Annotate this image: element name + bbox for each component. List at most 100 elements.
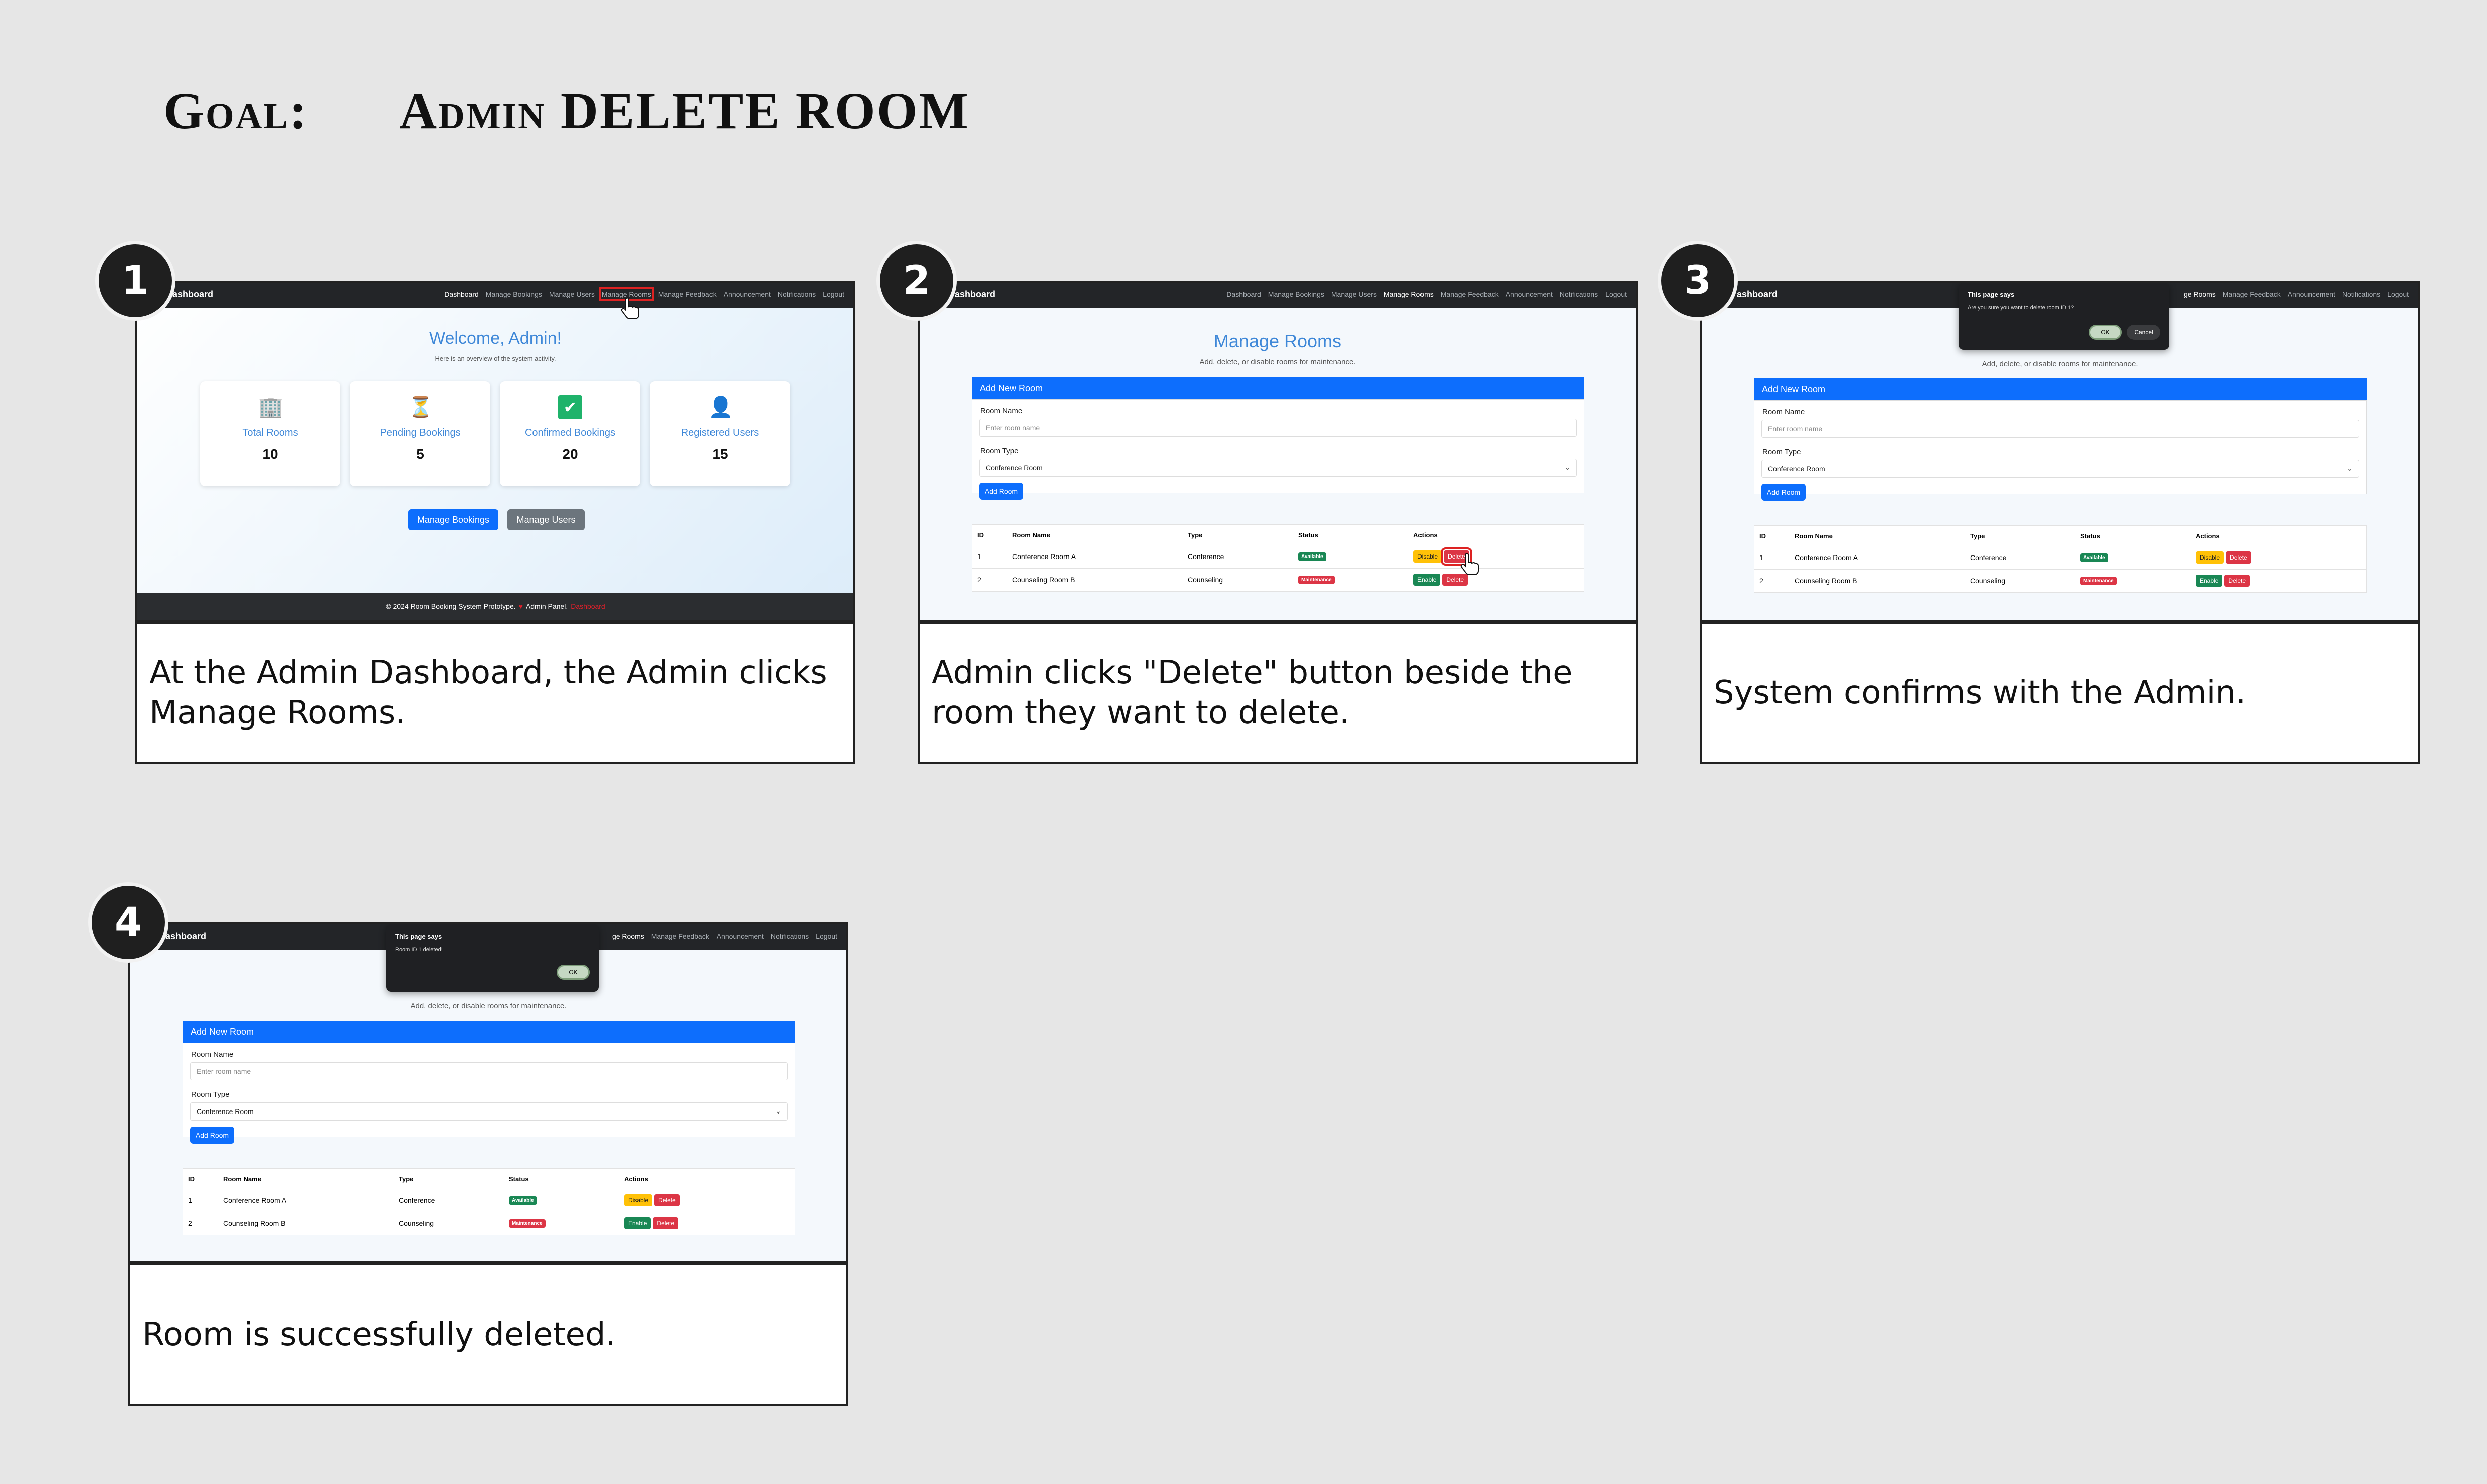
nav-manage-feedback[interactable]: Manage Feedback: [1441, 290, 1499, 298]
status-badge: Available: [1298, 552, 1326, 561]
delete-button[interactable]: Delete: [2224, 575, 2250, 587]
nav-manage-feedback[interactable]: Manage Feedback: [658, 290, 717, 298]
nav-manage-feedback[interactable]: Manage Feedback: [651, 932, 709, 940]
room-name-input[interactable]: Enter room name: [1761, 420, 2359, 438]
cell-actions: Disable Delete: [624, 1189, 682, 1212]
delete-button[interactable]: Delete: [653, 1217, 679, 1229]
nav-manage-rooms[interactable]: Manage Rooms: [1384, 290, 1434, 298]
delete-button[interactable]: Delete: [654, 1194, 680, 1206]
nav-brand[interactable]: ashboard: [955, 289, 995, 300]
add-room-card-header: Add New Room: [972, 377, 1584, 399]
nav-manage-rooms[interactable]: ge Rooms: [612, 932, 644, 940]
nav-manage-rooms[interactable]: ge Rooms: [2184, 290, 2216, 298]
col-actions: Actions: [2196, 532, 2220, 540]
nav-brand[interactable]: ashboard: [172, 289, 213, 300]
nav-logout[interactable]: Logout: [1605, 290, 1627, 298]
table-header: ID Room Name Type Status Actions: [1754, 526, 2366, 546]
add-room-button[interactable]: Add Room: [190, 1127, 234, 1144]
col-id: ID: [188, 1175, 195, 1183]
cell-type: Counseling: [1188, 576, 1223, 584]
rooms-table: ID Room Name Type Status Actions 1 Confe…: [183, 1168, 795, 1235]
room-name-input[interactable]: Enter room name: [190, 1062, 788, 1080]
cell-status: Maintenance: [509, 1212, 546, 1235]
cell-id: 1: [1759, 553, 1763, 562]
status-badge: Available: [2080, 553, 2108, 562]
enable-button[interactable]: Enable: [624, 1217, 651, 1229]
nav-logout[interactable]: Logout: [2387, 290, 2409, 298]
nav-manage-bookings[interactable]: Manage Bookings: [486, 290, 542, 298]
delete-button[interactable]: Delete: [2226, 551, 2251, 564]
footer-link[interactable]: Dashboard: [571, 602, 605, 610]
welcome-subtitle: Here is an overview of the system activi…: [435, 355, 556, 362]
add-room-button[interactable]: Add Room: [979, 483, 1023, 500]
nav-notifications[interactable]: Notifications: [1560, 290, 1598, 298]
stat-card-pending-bookings: ⏳ Pending Bookings 5: [350, 381, 490, 486]
nav-announcement[interactable]: Announcement: [717, 932, 764, 940]
stat-card-registered-users: 👤 Registered Users 15: [650, 381, 790, 486]
stat-label: Confirmed Bookings: [524, 427, 616, 438]
nav-links: ge Rooms Manage Feedback Announcement No…: [2184, 290, 2409, 298]
dialog-cancel-button[interactable]: Cancel: [2127, 325, 2160, 340]
disable-button[interactable]: Disable: [2196, 551, 2224, 564]
nav-logout[interactable]: Logout: [823, 290, 844, 298]
dialog-message: Are you sure you want to delete room ID …: [1968, 305, 2074, 311]
nav-links: ge Rooms Manage Feedback Announcement No…: [612, 932, 837, 940]
cell-room-name: Conference Room A: [1012, 552, 1076, 561]
room-type-select[interactable]: Conference Room ⌄: [979, 459, 1577, 477]
room-type-value: Conference Room: [1768, 465, 1825, 473]
nav-brand[interactable]: ashboard: [1737, 289, 1778, 300]
nav-manage-bookings[interactable]: Manage Bookings: [1268, 290, 1324, 298]
nav-manage-feedback[interactable]: Manage Feedback: [2223, 290, 2281, 298]
enable-button[interactable]: Enable: [2196, 575, 2223, 587]
nav-announcement[interactable]: Announcement: [724, 290, 771, 298]
nav-dashboard[interactable]: Dashboard: [1226, 290, 1261, 298]
room-type-label: Room Type: [980, 447, 1019, 455]
manage-bookings-button[interactable]: Manage Bookings: [408, 509, 498, 530]
nav-dashboard[interactable]: Dashboard: [444, 290, 479, 298]
cell-status: Available: [1298, 545, 1326, 568]
goal-label: Goal:: [163, 82, 308, 140]
check-box-icon: ✔: [558, 395, 582, 419]
add-room-card-header: Add New Room: [183, 1021, 795, 1043]
deleted-dialog: This page says Room ID 1 deleted! OK: [386, 924, 599, 992]
nav-notifications[interactable]: Notifications: [771, 932, 809, 940]
nav-manage-users[interactable]: Manage Users: [1331, 290, 1377, 298]
col-room-name: Room Name: [1795, 532, 1833, 540]
chevron-down-icon: ⌄: [2347, 464, 2353, 472]
nav-logout[interactable]: Logout: [816, 932, 837, 940]
page-subtitle: Add, delete, or disable rooms for mainte…: [410, 1002, 567, 1010]
add-room-button[interactable]: Add Room: [1761, 484, 1806, 501]
footer: © 2024 Room Booking System Prototype. ♥ …: [137, 593, 853, 620]
col-type: Type: [399, 1175, 414, 1183]
stat-card-confirmed-bookings: ✔ Confirmed Bookings 20: [500, 381, 640, 486]
screenshot-dashboard: ashboard Dashboard Manage Bookings Manag…: [135, 281, 855, 622]
page-subtitle: Add, delete, or disable rooms for mainte…: [1982, 360, 2138, 368]
nav-announcement[interactable]: Announcement: [1506, 290, 1553, 298]
nav-brand[interactable]: ashboard: [165, 931, 206, 942]
dialog-ok-button[interactable]: OK: [2089, 325, 2122, 340]
disable-button[interactable]: Disable: [1413, 550, 1442, 563]
confirm-dialog: This page says Are you sure you want to …: [1959, 283, 2169, 350]
screenshot-manage-rooms: ashboard Dashboard Manage Bookings Manag…: [918, 281, 1638, 622]
nav-manage-users[interactable]: Manage Users: [549, 290, 595, 298]
room-name-input[interactable]: Enter room name: [979, 419, 1577, 437]
cell-room-name: Conference Room A: [1795, 553, 1858, 562]
col-status: Status: [509, 1175, 529, 1183]
goal-text: Admin DELETE ROOM: [399, 82, 970, 140]
dialog-ok-button[interactable]: OK: [557, 965, 590, 980]
hourglass-icon: ⏳: [408, 396, 433, 418]
enable-button[interactable]: Enable: [1413, 574, 1441, 586]
navbar: ashboard Dashboard Manage Bookings Manag…: [920, 283, 1636, 308]
room-type-value: Conference Room: [986, 464, 1043, 472]
cell-room-name: Counseling Room B: [1012, 576, 1075, 584]
nav-notifications[interactable]: Notifications: [2342, 290, 2380, 298]
room-type-select[interactable]: Conference Room ⌄: [190, 1102, 788, 1121]
nav-notifications[interactable]: Notifications: [778, 290, 816, 298]
nav-announcement[interactable]: Announcement: [2288, 290, 2335, 298]
disable-button[interactable]: Disable: [624, 1194, 653, 1206]
room-type-label: Room Type: [191, 1090, 230, 1099]
manage-users-button[interactable]: Manage Users: [507, 509, 585, 530]
step-panel-3: ashboard ge Rooms Manage Feedback Announ…: [1700, 281, 2420, 764]
col-type: Type: [1188, 531, 1203, 539]
room-type-select[interactable]: Conference Room ⌄: [1761, 460, 2359, 478]
